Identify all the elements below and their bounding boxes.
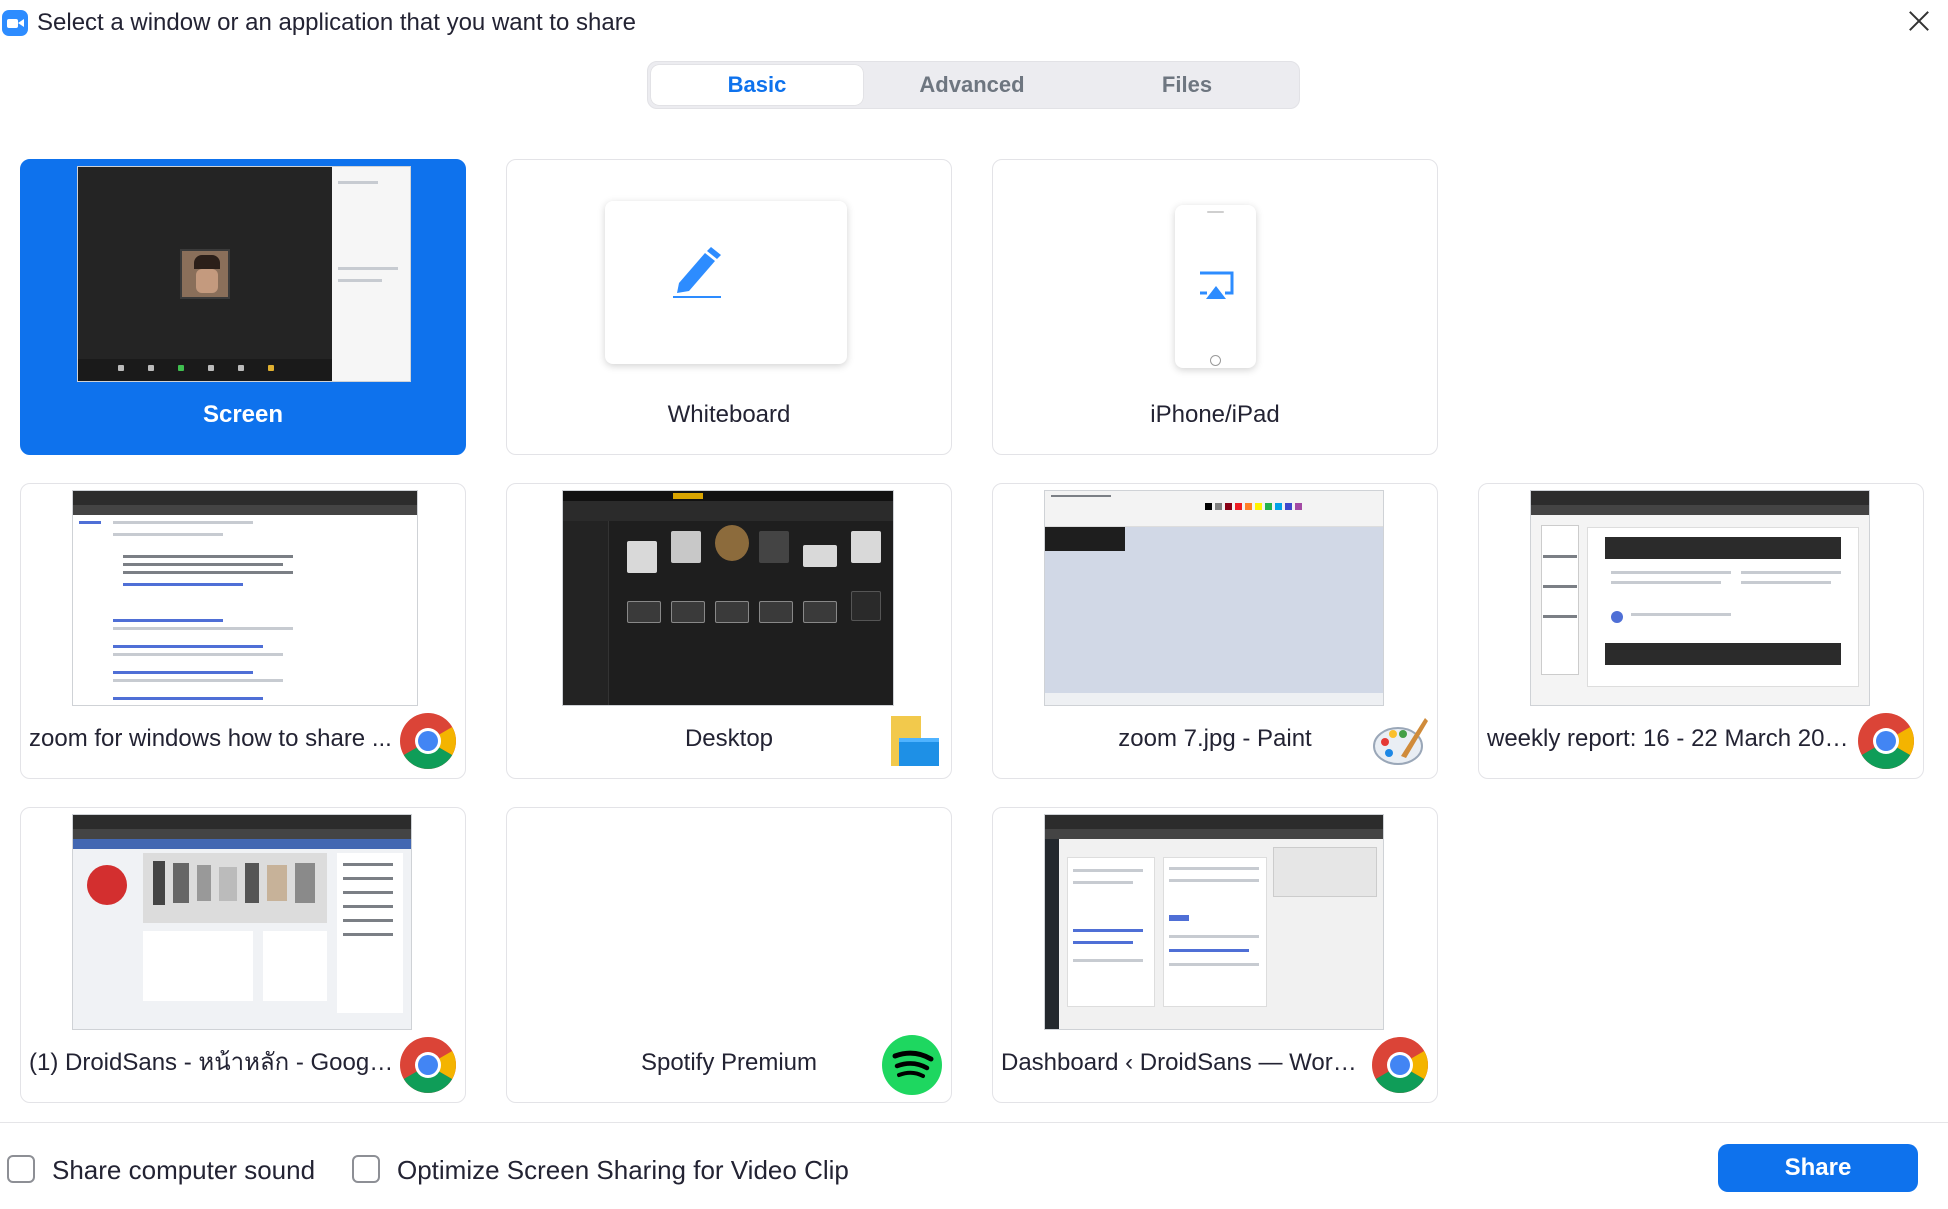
optimize-video-checkbox[interactable] — [352, 1155, 380, 1183]
tab-advanced[interactable]: Advanced — [866, 65, 1078, 105]
share-window-paint[interactable]: zoom 7.jpg - Paint — [992, 483, 1438, 779]
share-window-spotify[interactable]: Spotify Premium — [506, 807, 952, 1103]
share-window-chrome-droidsans[interactable]: (1) DroidSans - หน้าหลัก - Google ... — [20, 807, 466, 1103]
window-thumbnail — [562, 490, 894, 706]
share-option-whiteboard[interactable]: Whiteboard — [506, 159, 952, 455]
share-window-desktop[interactable]: Desktop — [506, 483, 952, 779]
tab-files[interactable]: Files — [1081, 65, 1293, 105]
card-label-whiteboard: Whiteboard — [667, 401, 791, 428]
optimize-video-label: Optimize Screen Sharing for Video Clip — [397, 1155, 849, 1185]
card-label-screen: Screen — [202, 401, 284, 428]
chrome-icon — [1858, 713, 1914, 769]
window-title: Select a window or an application that y… — [37, 9, 637, 36]
window-thumbnail — [1044, 490, 1384, 706]
window-thumbnail — [72, 490, 418, 706]
share-sound-checkbox[interactable] — [7, 1155, 35, 1183]
spotify-icon — [882, 1035, 942, 1095]
whiteboard-preview — [605, 201, 847, 364]
share-window-chrome-zoom-share[interactable]: zoom for windows how to share ... — [20, 483, 466, 779]
participant-video — [180, 249, 230, 299]
share-window-chrome-weekly-report[interactable]: weekly report: 16 - 22 March 202... — [1478, 483, 1924, 779]
screen-preview-thumbnail — [77, 166, 411, 382]
file-explorer-icon — [891, 716, 939, 766]
share-option-iphone-ipad[interactable]: iPhone/iPad — [992, 159, 1438, 455]
close-icon[interactable] — [1906, 8, 1932, 34]
pencil-icon — [673, 247, 721, 298]
window-thumbnail — [72, 814, 412, 1030]
share-button[interactable]: Share — [1718, 1144, 1918, 1192]
window-thumbnail — [1044, 814, 1384, 1030]
card-label-iphone-ipad: iPhone/iPad — [1150, 401, 1280, 428]
share-window-chrome-wordpress[interactable]: Dashboard ‹ DroidSans — WordP... — [992, 807, 1438, 1103]
chrome-icon — [1372, 1037, 1428, 1093]
title-bar: Select a window or an application that y… — [0, 0, 1948, 44]
window-thumbnail — [1530, 490, 1870, 706]
phone-preview — [1175, 205, 1256, 368]
airplay-icon — [1200, 271, 1234, 299]
share-option-screen[interactable]: Screen — [20, 159, 466, 455]
footer-divider — [0, 1122, 1948, 1123]
zoom-app-icon — [2, 10, 28, 36]
share-tabs: Basic Advanced Files — [647, 61, 1300, 109]
chrome-icon — [400, 1037, 456, 1093]
share-sound-label: Share computer sound — [52, 1155, 316, 1185]
paint-icon — [1373, 718, 1428, 765]
tab-basic[interactable]: Basic — [651, 65, 863, 105]
chrome-icon — [400, 713, 456, 769]
